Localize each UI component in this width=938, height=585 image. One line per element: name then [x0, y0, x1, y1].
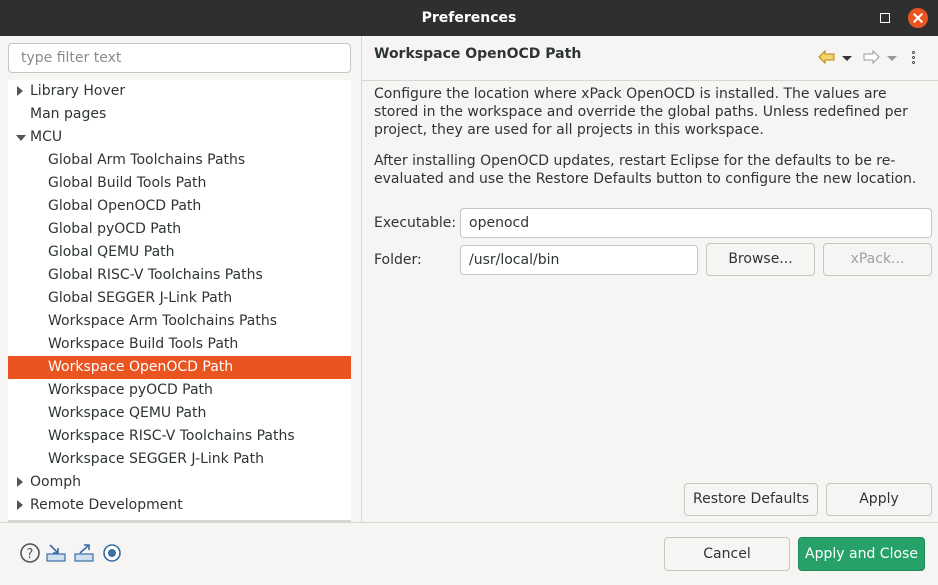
view-menu-icon[interactable] — [911, 51, 917, 67]
window-title: Preferences — [421, 10, 517, 26]
tree-item[interactable]: Global SEGGER J-Link Path — [8, 287, 351, 310]
preferences-tree: Library Hover Man pages MCU Global Arm Tool… — [8, 80, 351, 522]
expand-arrow-icon[interactable] — [17, 500, 23, 510]
title-bar: Preferences — [0, 0, 938, 36]
executable-field[interactable] — [460, 208, 932, 238]
help-icon[interactable]: ? — [19, 542, 41, 564]
tree-item[interactable]: Oomph — [8, 471, 351, 494]
tree-item-label: Global QEMU Path — [48, 244, 175, 260]
tree-item-label: MCU — [30, 129, 63, 145]
footer-separator — [0, 522, 938, 523]
tree-item[interactable]: Global Arm Toolchains Paths — [8, 149, 351, 172]
expand-arrow-icon[interactable] — [17, 477, 23, 487]
tree-item-label: Workspace QEMU Path — [48, 405, 207, 421]
restore-defaults-button[interactable]: Restore Defaults — [684, 483, 818, 516]
tree-item-label: Man pages — [30, 106, 107, 122]
forward-dropdown-icon[interactable] — [887, 56, 897, 61]
tree-item-label: Global Build Tools Path — [48, 175, 207, 191]
expand-arrow-icon[interactable] — [17, 86, 23, 96]
collapse-arrow-icon[interactable] — [16, 135, 26, 141]
apply-label: Apply — [859, 491, 899, 507]
apply-and-close-button[interactable]: Apply and Close — [798, 537, 925, 571]
xpack-label: xPack... — [850, 251, 905, 267]
tree-item[interactable]: Library Hover — [8, 80, 351, 103]
tree-item-label: Global pyOCD Path — [48, 221, 182, 237]
tree-item[interactable]: MCU — [8, 126, 351, 149]
tree-item[interactable]: Workspace pyOCD Path — [8, 379, 351, 402]
tree-item-label: Global RISC-V Toolchains Paths — [48, 267, 263, 283]
folder-field[interactable] — [460, 245, 698, 275]
import-icon[interactable] — [45, 542, 67, 564]
browse-button[interactable]: Browse... — [706, 243, 815, 276]
tree-item-label: Global OpenOCD Path — [48, 198, 202, 214]
apply-and-close-label: Apply and Close — [805, 546, 918, 562]
tree-item-label: Remote Development — [30, 497, 183, 513]
tree-item-label: Workspace Build Tools Path — [48, 336, 239, 352]
folder-label: Folder: — [374, 252, 422, 268]
page-note: After installing OpenOCD updates, restar… — [374, 153, 917, 187]
export-icon[interactable] — [73, 542, 95, 564]
svg-text:?: ? — [27, 547, 34, 562]
xpack-button[interactable]: xPack... — [823, 243, 932, 276]
tree-item[interactable]: Remote Development — [8, 494, 351, 517]
back-dropdown-icon[interactable] — [842, 56, 852, 61]
preference-page: Workspace OpenOCD Path Configure the loc… — [362, 36, 938, 522]
tree-item-label: Global SEGGER J-Link Path — [48, 290, 233, 306]
page-header: Workspace OpenOCD Path — [362, 36, 938, 80]
tree-item-label: Workspace OpenOCD Path — [48, 359, 234, 375]
cancel-button[interactable]: Cancel — [664, 537, 790, 571]
tree-item-label: Workspace RISC-V Toolchains Paths — [48, 428, 295, 444]
tree-item[interactable]: Global OpenOCD Path — [8, 195, 351, 218]
browse-label: Browse... — [728, 251, 793, 267]
tree-item-label: Workspace Arm Toolchains Paths — [48, 313, 278, 329]
cancel-label: Cancel — [703, 546, 751, 562]
tree-item-label: Workspace SEGGER J-Link Path — [48, 451, 264, 467]
tree-item[interactable]: Global RISC-V Toolchains Paths — [8, 264, 351, 287]
left-pane: Library Hover Man pages MCU Global Arm Tool… — [0, 36, 361, 522]
record-icon[interactable] — [101, 542, 123, 564]
tree-item[interactable]: Man pages — [8, 103, 351, 126]
tree-item-label: Global Arm Toolchains Paths — [48, 152, 246, 168]
tree-item[interactable]: Global pyOCD Path — [8, 218, 351, 241]
tree-item[interactable]: Workspace QEMU Path — [8, 402, 351, 425]
back-arrow-icon[interactable] — [818, 50, 836, 64]
tree-item-label: Library Hover — [30, 83, 126, 99]
tree-item[interactable]: Workspace SEGGER J-Link Path — [8, 448, 351, 471]
tree-item-label: Workspace pyOCD Path — [48, 382, 213, 398]
executable-label: Executable: — [374, 215, 457, 231]
close-icon[interactable] — [908, 8, 928, 28]
page-description: Configure the location where xPack OpenO… — [374, 86, 908, 138]
tree-item[interactable]: Global Build Tools Path — [8, 172, 351, 195]
tree-item-label: Oomph — [30, 474, 81, 490]
tree-item[interactable]: Workspace Arm Toolchains Paths — [8, 310, 351, 333]
forward-arrow-icon[interactable] — [862, 50, 880, 64]
restore-defaults-label: Restore Defaults — [692, 491, 810, 507]
minimize-icon[interactable] — [874, 8, 894, 28]
page-title: Workspace OpenOCD Path — [374, 46, 582, 62]
tree-item[interactable]: Workspace OpenOCD Path — [8, 356, 351, 379]
apply-button[interactable]: Apply — [826, 483, 932, 516]
tree-item[interactable]: Workspace Build Tools Path — [8, 333, 351, 356]
tree-item[interactable]: Workspace RISC-V Toolchains Paths — [8, 425, 351, 448]
tree-item[interactable]: Global QEMU Path — [8, 241, 351, 264]
filter-input[interactable] — [8, 43, 351, 73]
header-separator — [362, 80, 938, 81]
